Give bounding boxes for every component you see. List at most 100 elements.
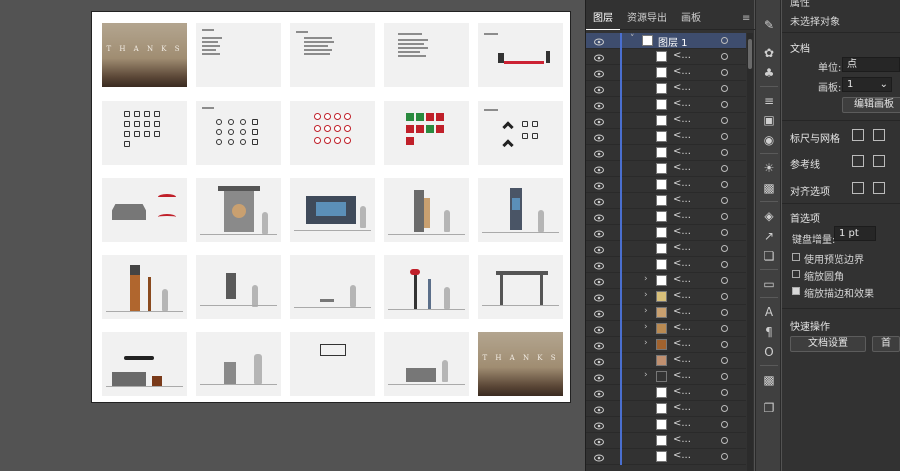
transparency-icon[interactable]: ◉ [762, 133, 776, 147]
tab-layers[interactable]: 图层 [586, 7, 620, 30]
target-icon[interactable] [721, 213, 728, 220]
layer-row-top[interactable]: ˅ 图层 1 [586, 33, 746, 49]
eye-icon[interactable] [594, 116, 604, 126]
eye-icon[interactable] [594, 356, 604, 366]
artboard-thumb-7[interactable] [196, 101, 281, 165]
target-icon[interactable] [721, 373, 728, 380]
eye-icon[interactable] [594, 404, 604, 414]
chevron-right-icon[interactable]: › [644, 274, 648, 284]
character-icon[interactable]: A [762, 305, 776, 319]
layers-icon[interactable]: ◈ [762, 209, 776, 223]
eye-icon[interactable] [594, 52, 604, 62]
artboard-thumb-18[interactable] [290, 255, 375, 319]
layer-row[interactable]: <... [586, 241, 746, 257]
appearance-icon[interactable]: ☀ [762, 161, 776, 175]
snap-to-grid-icon[interactable] [873, 182, 885, 194]
chevron-right-icon[interactable]: › [644, 290, 648, 300]
pathfinder-icon[interactable]: ❐ [762, 401, 776, 415]
target-icon[interactable] [721, 53, 728, 60]
artboard-thumb-12[interactable] [196, 178, 281, 242]
layer-row[interactable]: <... [586, 433, 746, 449]
eye-icon[interactable] [594, 292, 604, 302]
eye-icon[interactable] [594, 228, 604, 238]
layer-row[interactable]: <... [586, 385, 746, 401]
target-icon[interactable] [721, 325, 728, 332]
comments-icon[interactable]: ▭ [762, 277, 776, 291]
keyboard-increment-input[interactable]: 1 pt [834, 226, 876, 241]
layer-list[interactable]: ˅ 图层 1 <... <... <... <... <... <... <... <... <..… [586, 33, 755, 471]
target-icon[interactable] [721, 181, 728, 188]
artboard-thumb-17[interactable] [196, 255, 281, 319]
target-icon[interactable] [721, 357, 728, 364]
target-icon[interactable] [721, 197, 728, 204]
target-icon[interactable] [721, 117, 728, 124]
layer-row[interactable]: <... [586, 449, 746, 465]
target-icon[interactable] [721, 405, 728, 412]
chevron-right-icon[interactable]: › [644, 338, 648, 348]
target-icon[interactable] [721, 453, 728, 460]
artboard-thumb-20[interactable] [478, 255, 563, 319]
artboard-thumb-11[interactable] [102, 178, 187, 242]
scale-corners-checkbox[interactable] [792, 270, 800, 278]
artboard-thumb-25[interactable]: T H A N K S [478, 332, 563, 396]
eye-icon[interactable] [594, 244, 604, 254]
artboard-thumb-15[interactable] [478, 178, 563, 242]
target-icon[interactable] [721, 389, 728, 396]
layer-row[interactable]: <... [586, 97, 746, 113]
eye-icon[interactable] [594, 180, 604, 190]
chevron-right-icon[interactable]: › [644, 306, 648, 316]
eye-icon[interactable] [594, 132, 604, 142]
target-icon[interactable] [721, 421, 728, 428]
smart-guides-icon[interactable] [873, 155, 885, 167]
target-icon[interactable] [721, 101, 728, 108]
layer-row[interactable]: <... [586, 161, 746, 177]
layer-row[interactable]: <... [586, 257, 746, 273]
artboard-thumb-10[interactable] [478, 101, 563, 165]
layers-scrollbar[interactable] [747, 33, 753, 471]
target-icon[interactable] [721, 277, 728, 284]
brush-icon[interactable]: ✎ [762, 18, 776, 32]
artboard-thumb-19[interactable] [384, 255, 469, 319]
document-canvas[interactable]: T H A N K S T H A N K S [0, 0, 584, 471]
paragraph-icon[interactable]: ¶ [762, 325, 776, 339]
scrollbar-thumb[interactable] [748, 39, 752, 69]
layer-row[interactable]: <... [586, 209, 746, 225]
layer-row[interactable]: <... [586, 65, 746, 81]
layer-row[interactable]: › <... [586, 273, 746, 289]
layer-row[interactable]: › <... [586, 321, 746, 337]
target-icon[interactable] [721, 341, 728, 348]
target-icon[interactable] [721, 149, 728, 156]
target-icon[interactable] [721, 133, 728, 140]
eye-icon[interactable] [594, 388, 604, 398]
target-icon[interactable] [721, 37, 728, 44]
graphic-styles-icon[interactable]: ▩ [762, 181, 776, 195]
snap-to-point-icon[interactable] [852, 182, 864, 194]
layer-row[interactable]: <... [586, 129, 746, 145]
chevron-right-icon[interactable]: › [644, 322, 648, 332]
eye-icon[interactable] [594, 372, 604, 382]
eye-icon[interactable] [594, 420, 604, 430]
layer-row[interactable]: › <... [586, 305, 746, 321]
artboard-thumb-2[interactable] [196, 23, 281, 87]
export-icon[interactable]: ↗ [762, 229, 776, 243]
eye-icon[interactable] [594, 436, 604, 446]
eye-icon[interactable] [594, 84, 604, 94]
artboard[interactable]: T H A N K S T H A N K S [91, 11, 571, 403]
artboards-icon[interactable]: ❏ [762, 249, 776, 263]
layer-row[interactable]: <... [586, 193, 746, 209]
target-icon[interactable] [721, 245, 728, 252]
image-trace-icon[interactable]: ▩ [762, 373, 776, 387]
opentype-icon[interactable]: O [762, 345, 776, 359]
eye-icon[interactable] [594, 308, 604, 318]
artboard-thumb-1[interactable]: T H A N K S [102, 23, 187, 87]
layer-row[interactable]: › <... [586, 369, 746, 385]
eye-icon[interactable] [594, 452, 604, 462]
eye-icon[interactable] [594, 36, 604, 46]
tab-artboards[interactable]: 画板 [674, 8, 708, 30]
target-icon[interactable] [721, 69, 728, 76]
layer-row[interactable]: <... [586, 417, 746, 433]
target-icon[interactable] [721, 437, 728, 444]
artboard-thumb-16[interactable] [102, 255, 187, 319]
layer-row[interactable]: <... [586, 401, 746, 417]
target-icon[interactable] [721, 229, 728, 236]
